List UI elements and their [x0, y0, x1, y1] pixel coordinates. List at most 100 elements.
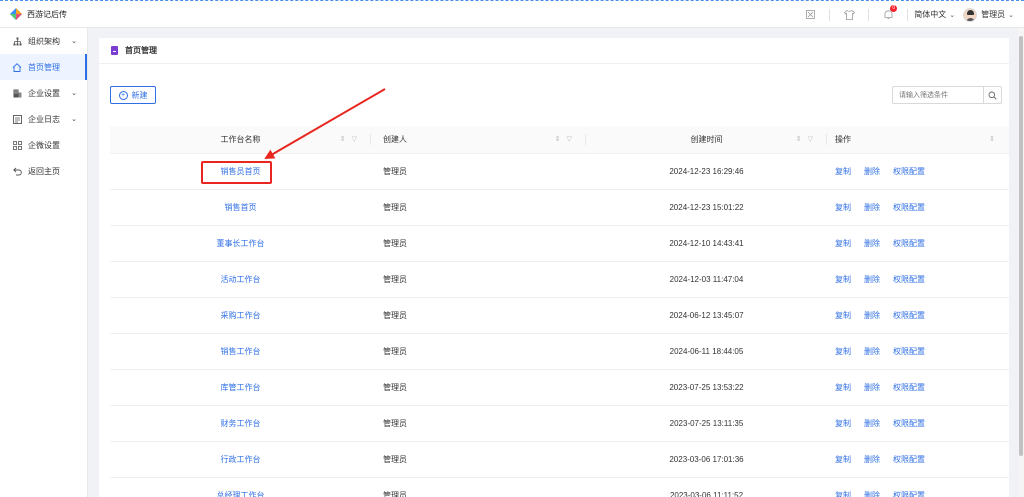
- cell-creator: 管理员: [371, 405, 586, 442]
- column-header-created-time[interactable]: 创建时间 ⇕ ▽: [586, 126, 827, 154]
- sidebar-item-org[interactable]: 组织架构 ⌄: [0, 28, 87, 54]
- cell-actions: 复制 删除 权限配置: [827, 333, 1009, 370]
- cell-actions: 复制 删除 权限配置: [827, 261, 1009, 298]
- cell-created-time: 2024-12-23 15:01:22: [586, 189, 827, 226]
- new-button-label: 新建: [131, 90, 148, 100]
- permission-config-link[interactable]: 权限配置: [893, 311, 925, 320]
- cell-actions: 复制 删除 权限配置: [827, 441, 1009, 478]
- workspace-name-link[interactable]: 销售首页: [225, 203, 257, 212]
- delete-link[interactable]: 删除: [864, 419, 880, 428]
- cell-creator: 管理员: [371, 153, 586, 190]
- workspace-name-link[interactable]: 销售工作台: [221, 347, 261, 356]
- cell-actions: 复制 删除 权限配置: [827, 153, 1009, 190]
- new-button[interactable]: + 新建: [110, 86, 156, 104]
- user-menu[interactable]: 管理员 ⌄: [963, 7, 1014, 22]
- copy-link[interactable]: 复制: [835, 419, 851, 428]
- chevron-down-icon: ⌄: [949, 11, 956, 19]
- workspace-name-link[interactable]: 活动工作台: [221, 275, 261, 284]
- permission-config-link[interactable]: 权限配置: [893, 275, 925, 284]
- table-row: 采购工作台 管理员 2024-06-12 13:45:07 复制 删除 权限配置: [110, 297, 1009, 334]
- sort-icon[interactable]: ⇕: [989, 135, 997, 143]
- permission-config-link[interactable]: 权限配置: [893, 239, 925, 248]
- workspace-name-link[interactable]: 总经理工作台: [217, 491, 265, 497]
- cell-workspace-name: 总经理工作台: [110, 477, 371, 497]
- permission-config-link[interactable]: 权限配置: [893, 167, 925, 176]
- cell-workspace-name: 行政工作台: [110, 441, 371, 478]
- permission-config-link[interactable]: 权限配置: [893, 203, 925, 212]
- copy-link[interactable]: 复制: [835, 455, 851, 464]
- column-header-name[interactable]: 工作台名称 ⇕ ▽: [110, 126, 371, 154]
- shirt-icon[interactable]: [836, 1, 862, 28]
- permission-config-link[interactable]: 权限配置: [893, 347, 925, 356]
- table-row: 总经理工作台 管理员 2023-03-06 11:11:52 复制 删除 权限配置: [110, 477, 1009, 497]
- copy-link[interactable]: 复制: [835, 275, 851, 284]
- search-button[interactable]: [983, 87, 1001, 103]
- permission-config-link[interactable]: 权限配置: [893, 419, 925, 428]
- sidebar-item-wecom-settings[interactable]: 企微设置: [0, 132, 87, 158]
- delete-link[interactable]: 删除: [864, 383, 880, 392]
- copy-link[interactable]: 复制: [835, 167, 851, 176]
- table-row: 销售首页 管理员 2024-12-23 15:01:22 复制 删除 权限配置: [110, 189, 1009, 226]
- sort-filter-icon[interactable]: ⇕ ▽: [796, 135, 815, 143]
- delete-link[interactable]: 删除: [864, 347, 880, 356]
- workspace-name-link[interactable]: 董事长工作台: [217, 239, 265, 248]
- search-icon: [988, 91, 997, 100]
- cell-creator: 管理员: [371, 333, 586, 370]
- cell-creator: 管理员: [371, 369, 586, 406]
- delete-link[interactable]: 删除: [864, 167, 880, 176]
- sidebar-item-return-home[interactable]: 返回主页: [0, 158, 87, 184]
- cell-created-time: 2023-07-25 13:11:35: [586, 405, 827, 442]
- cell-workspace-name: 财务工作台: [110, 405, 371, 442]
- delete-link[interactable]: 删除: [864, 203, 880, 212]
- sidebar-item-enterprise-log[interactable]: 企业日志 ⌄: [0, 106, 87, 132]
- cell-actions: 复制 删除 权限配置: [827, 477, 1009, 497]
- sort-filter-icon[interactable]: ⇕ ▽: [555, 135, 574, 143]
- vertical-scrollbar[interactable]: [1018, 28, 1024, 497]
- permission-config-link[interactable]: 权限配置: [893, 383, 925, 392]
- table-row: 销售工作台 管理员 2024-06-11 18:44:05 复制 删除 权限配置: [110, 333, 1009, 370]
- workspace-name-link[interactable]: 库管工作台: [221, 383, 261, 392]
- workspace-name-link[interactable]: 财务工作台: [221, 419, 261, 428]
- search-input[interactable]: [893, 87, 983, 103]
- fullscreen-icon[interactable]: [797, 1, 823, 28]
- permission-config-link[interactable]: 权限配置: [893, 455, 925, 464]
- copy-link[interactable]: 复制: [835, 203, 851, 212]
- cell-created-time: 2024-06-11 18:44:05: [586, 333, 827, 370]
- brand[interactable]: 西游记后传: [0, 8, 88, 20]
- sidebar-item-home-management[interactable]: 首页管理: [0, 54, 87, 80]
- notification-bell-icon[interactable]: 0: [875, 1, 901, 28]
- copy-link[interactable]: 复制: [835, 491, 851, 497]
- workspace-name-link[interactable]: 行政工作台: [221, 455, 261, 464]
- main-content: 首页管理 + 新建 工作台名称 ⇕ ▽ 创建人 ⇕ ▽: [99, 38, 1009, 497]
- workspace-name-link[interactable]: 采购工作台: [221, 311, 261, 320]
- delete-link[interactable]: 删除: [864, 455, 880, 464]
- copy-link[interactable]: 复制: [835, 311, 851, 320]
- copy-link[interactable]: 复制: [835, 239, 851, 248]
- delete-link[interactable]: 删除: [864, 275, 880, 284]
- sidebar-item-enterprise-settings[interactable]: 企业设置 ⌄: [0, 80, 87, 106]
- chevron-down-icon: ⌄: [71, 38, 77, 45]
- cell-created-time: 2024-06-12 13:45:07: [586, 297, 827, 334]
- table-row: 财务工作台 管理员 2023-07-25 13:11:35 复制 删除 权限配置: [110, 405, 1009, 442]
- delete-link[interactable]: 删除: [864, 311, 880, 320]
- sort-filter-icon[interactable]: ⇕ ▽: [340, 135, 359, 143]
- divider: [907, 8, 909, 21]
- delete-link[interactable]: 删除: [864, 239, 880, 248]
- delete-link[interactable]: 删除: [864, 491, 880, 497]
- sidebar-item-label: 首页管理: [28, 62, 60, 72]
- column-header-creator[interactable]: 创建人 ⇕ ▽: [371, 126, 586, 154]
- copy-link[interactable]: 复制: [835, 383, 851, 392]
- user-name: 管理员: [981, 10, 1006, 19]
- table-row: 库管工作台 管理员 2023-07-25 13:53:22 复制 删除 权限配置: [110, 369, 1009, 406]
- language-selector[interactable]: 简体中文 ⌄: [914, 9, 955, 20]
- scrollbar-thumb[interactable]: [1019, 36, 1023, 456]
- cell-workspace-name: 采购工作台: [110, 297, 371, 334]
- page-icon: [111, 46, 118, 55]
- cell-creator: 管理员: [371, 261, 586, 298]
- sidebar-item-label: 组织架构: [28, 36, 60, 46]
- copy-link[interactable]: 复制: [835, 347, 851, 356]
- cell-workspace-name: 销售首页: [110, 189, 371, 226]
- permission-config-link[interactable]: 权限配置: [893, 491, 925, 497]
- cell-created-time: 2023-03-06 17:01:36: [586, 441, 827, 478]
- page-title: 首页管理: [125, 46, 157, 55]
